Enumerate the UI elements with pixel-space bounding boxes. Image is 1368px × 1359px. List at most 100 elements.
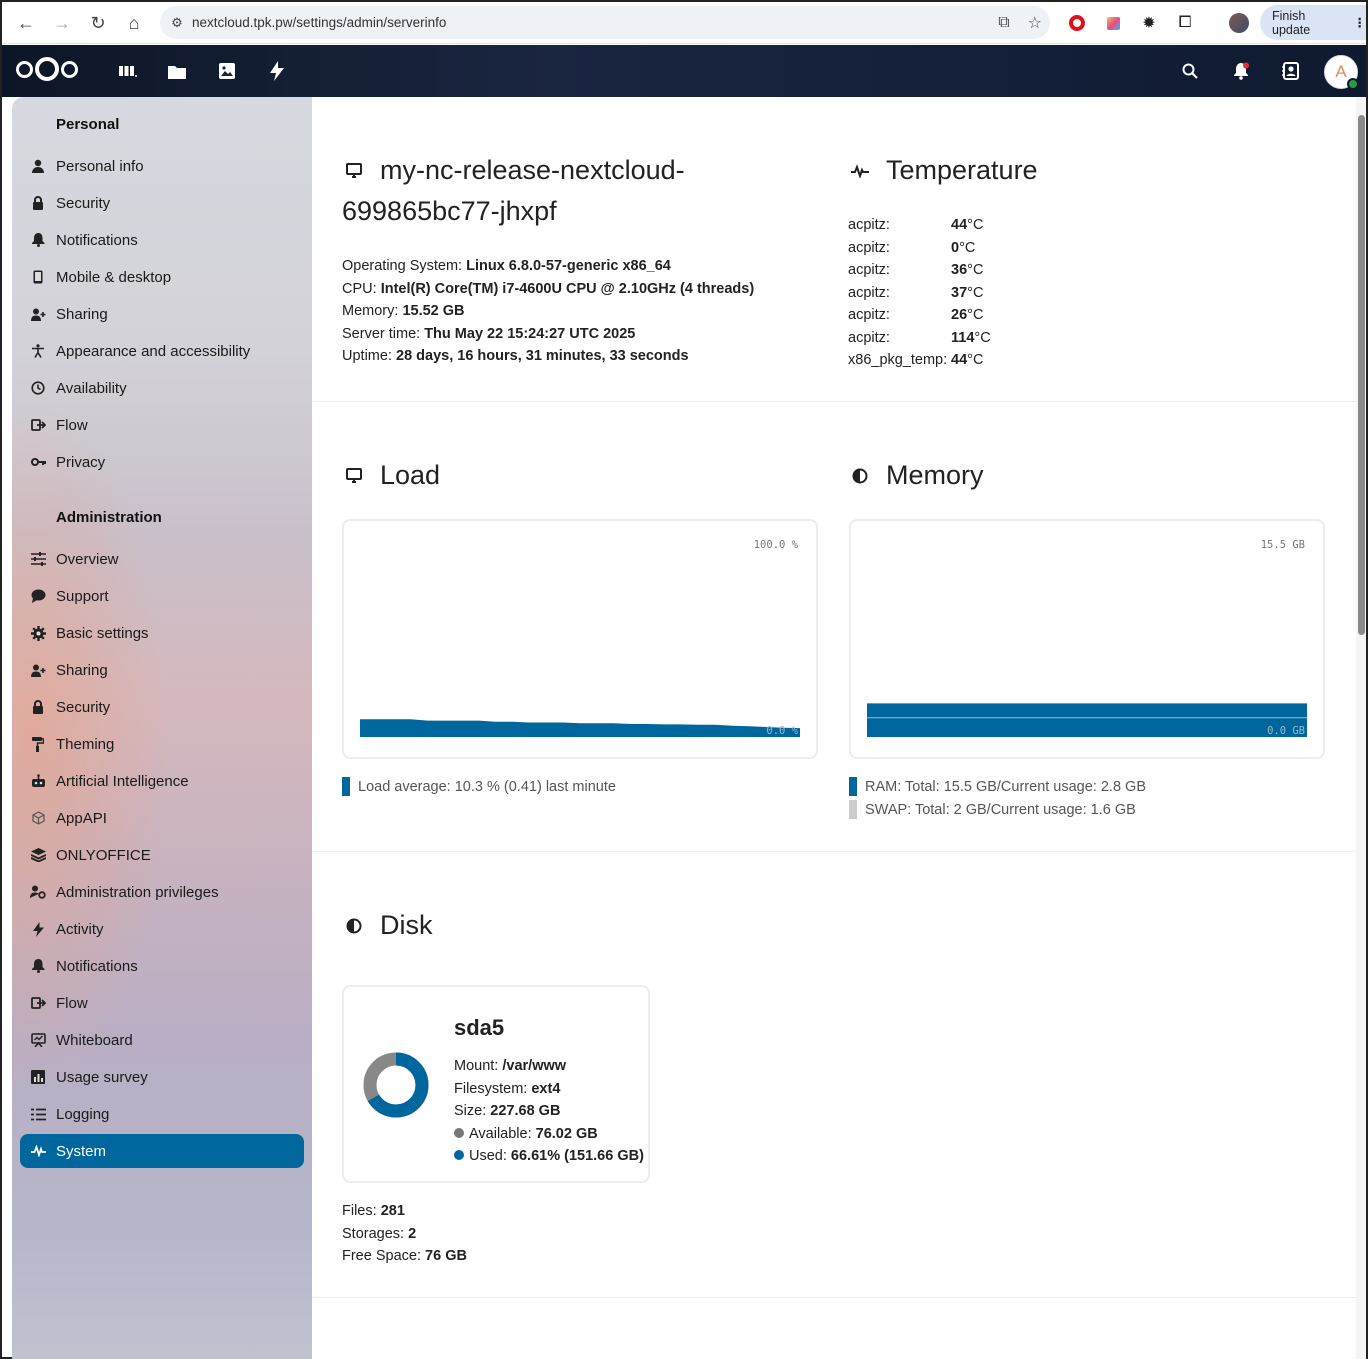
sidebar-item-admin-administration-privileges[interactable]: Administration privileges [20, 875, 304, 909]
sidebar-item-admin-appapi[interactable]: AppAPI [20, 801, 304, 835]
sidebar-item-admin-security[interactable]: Security [20, 690, 304, 724]
memory-min-label: 0.0 GB [1267, 725, 1305, 737]
user-avatar[interactable]: A [1324, 55, 1359, 90]
profile-avatar-icon[interactable] [1221, 8, 1257, 38]
more-menu-icon[interactable]: ⋮ [1354, 15, 1367, 30]
sidebar-item-personal-appearance-and-accessibility[interactable]: Appearance and accessibility [20, 334, 304, 368]
notifications-bell-icon[interactable] [1229, 59, 1253, 83]
sidebar-item-personal-notifications[interactable]: Notifications [20, 223, 304, 257]
sidebar-item-admin-onlyoffice[interactable]: ONLYOFFICE [20, 838, 304, 872]
sidebar-item-personal-sharing[interactable]: Sharing [20, 297, 304, 331]
storages-value: 2 [408, 1225, 417, 1242]
hostname-heading: my-nc-release-nextcloud- [344, 155, 685, 186]
sidebar-item-admin-logging[interactable]: Logging [20, 1097, 304, 1131]
server-time-value: Thu May 22 15:24:27 UTC 2025 [424, 325, 636, 342]
sidebar-item-personal-security[interactable]: Security [20, 186, 304, 220]
sidebar-item-label: Whiteboard [56, 1031, 133, 1049]
disk-title: Disk [380, 910, 433, 940]
list-icon [20, 1108, 56, 1121]
ram-legend: RAM: Total: 15.5 GB/Current usage: 2.8 G… [849, 777, 1146, 796]
dashboard-icon[interactable] [116, 59, 140, 83]
sidebar-item-label: Security [56, 194, 111, 212]
sidebar-item-personal-mobile-desktop[interactable]: Mobile & desktop [20, 260, 304, 294]
memory-title: Memory [886, 460, 984, 490]
sidebar-item-label: Usage survey [56, 1068, 148, 1086]
sidebar-item-personal-flow[interactable]: Flow [20, 408, 304, 442]
lightning-icon [20, 921, 56, 937]
server-details: Operating System: Linux 6.8.0-57-generic… [342, 255, 754, 368]
sensor-label: acpitz: [848, 307, 890, 323]
sensor-label: x86_pkg_temp: [848, 352, 948, 368]
forward-icon[interactable]: → [44, 5, 80, 41]
sidebar-item-admin-basic-settings[interactable]: Basic settings [20, 616, 304, 650]
memory-area-chart [867, 703, 1307, 737]
available-value: 76.02 GB [535, 1125, 598, 1142]
sidebar-item-admin-artificial-intelligence[interactable]: Artificial Intelligence [20, 764, 304, 798]
home-icon[interactable]: ⌂ [116, 5, 152, 41]
sidebar-item-personal-availability[interactable]: Availability [20, 371, 304, 405]
install-icon[interactable]: ⧉ [998, 14, 1009, 32]
address-bar[interactable]: ⚙ nextcloud.tpk.pw/settings/admin/server… [160, 6, 1050, 39]
used-bullet [454, 1150, 464, 1160]
load-title: Load [380, 460, 441, 490]
temperature-row: acpitz: 37°C [848, 282, 991, 305]
sidebar-item-admin-usage-survey[interactable]: Usage survey [20, 1060, 304, 1094]
sidebar-item-admin-system[interactable]: System [20, 1134, 304, 1168]
sensor-label: acpitz: [848, 329, 890, 346]
sidebar-item-admin-support[interactable]: Support [20, 579, 304, 613]
url-text[interactable]: nextcloud.tpk.pw/settings/admin/serverin… [192, 15, 446, 30]
sidebar-item-admin-overview[interactable]: Overview [20, 542, 304, 576]
sidebar-item-admin-theming[interactable]: Theming [20, 727, 304, 761]
site-info-icon[interactable]: ⚙ [162, 15, 192, 31]
activity-lightning-icon[interactable] [265, 59, 289, 83]
temperature-row: acpitz: 114°C [848, 327, 991, 350]
swap-area [867, 717, 1307, 737]
finish-update-button[interactable]: Finish update ⋮ [1260, 5, 1366, 40]
photos-icon[interactable] [215, 59, 239, 83]
sensor-value: 44°C [951, 352, 984, 368]
sensor-label: acpitz: [848, 239, 890, 256]
bell-icon [20, 233, 56, 247]
sidebar-item-admin-sharing[interactable]: Sharing [20, 653, 304, 687]
puzzle-extensions-icon[interactable]: ⧠ [1167, 8, 1203, 38]
page-scrollbar[interactable] [1356, 97, 1366, 1359]
sidebar-item-label: Sharing [56, 305, 108, 323]
sidebar-item-label: Personal info [56, 157, 144, 175]
sidebar-item-personal-personal-info[interactable]: Personal info [20, 149, 304, 183]
cpu-label: CPU: [342, 280, 377, 297]
finish-update-label: Finish update [1272, 8, 1311, 37]
layers-icon [20, 848, 56, 862]
size-label: Size: [454, 1103, 487, 1119]
sidebar-item-label: Administration privileges [56, 883, 219, 901]
online-status-dot [1347, 78, 1359, 90]
share-icon [20, 664, 56, 677]
chart-icon [20, 1070, 56, 1084]
free-space-value: 76 GB [425, 1248, 467, 1264]
disk-details: Mount: /var/www Filesystem: ext4 Size: 2… [454, 1055, 644, 1168]
uptime-label: Uptime: [342, 348, 392, 364]
available-bullet [454, 1127, 464, 1138]
temperature-row: x86_pkg_temp: 44°C [848, 349, 991, 372]
color-extension-icon[interactable] [1095, 8, 1131, 38]
section-divider [312, 1297, 1356, 1298]
sidebar-item-admin-activity[interactable]: Activity [20, 912, 304, 946]
sidebar-item-personal-privacy[interactable]: Privacy [20, 445, 304, 479]
nextcloud-logo[interactable] [16, 57, 78, 81]
opera-extension-icon[interactable] [1059, 8, 1095, 38]
sidebar-item-admin-notifications[interactable]: Notifications [20, 949, 304, 983]
reload-icon[interactable]: ↻ [80, 5, 116, 41]
scrollbar-thumb[interactable] [1358, 115, 1365, 635]
bookmark-star-icon[interactable]: ☆ [1028, 13, 1042, 33]
share-icon [20, 308, 56, 321]
gear-extension-icon[interactable]: ✹ [1131, 8, 1167, 38]
contacts-icon[interactable] [1279, 59, 1303, 83]
section-divider [312, 401, 1356, 402]
files-folder-icon[interactable] [165, 59, 189, 83]
filesystem-label: Filesystem: [454, 1080, 528, 1097]
sidebar-item-admin-flow[interactable]: Flow [20, 986, 304, 1020]
back-icon[interactable]: ← [8, 5, 44, 41]
sensor-label: acpitz: [848, 262, 890, 278]
search-icon[interactable] [1178, 59, 1202, 83]
sidebar-item-admin-whiteboard[interactable]: Whiteboard [20, 1023, 304, 1057]
size-value: 227.68 GB [490, 1103, 561, 1119]
